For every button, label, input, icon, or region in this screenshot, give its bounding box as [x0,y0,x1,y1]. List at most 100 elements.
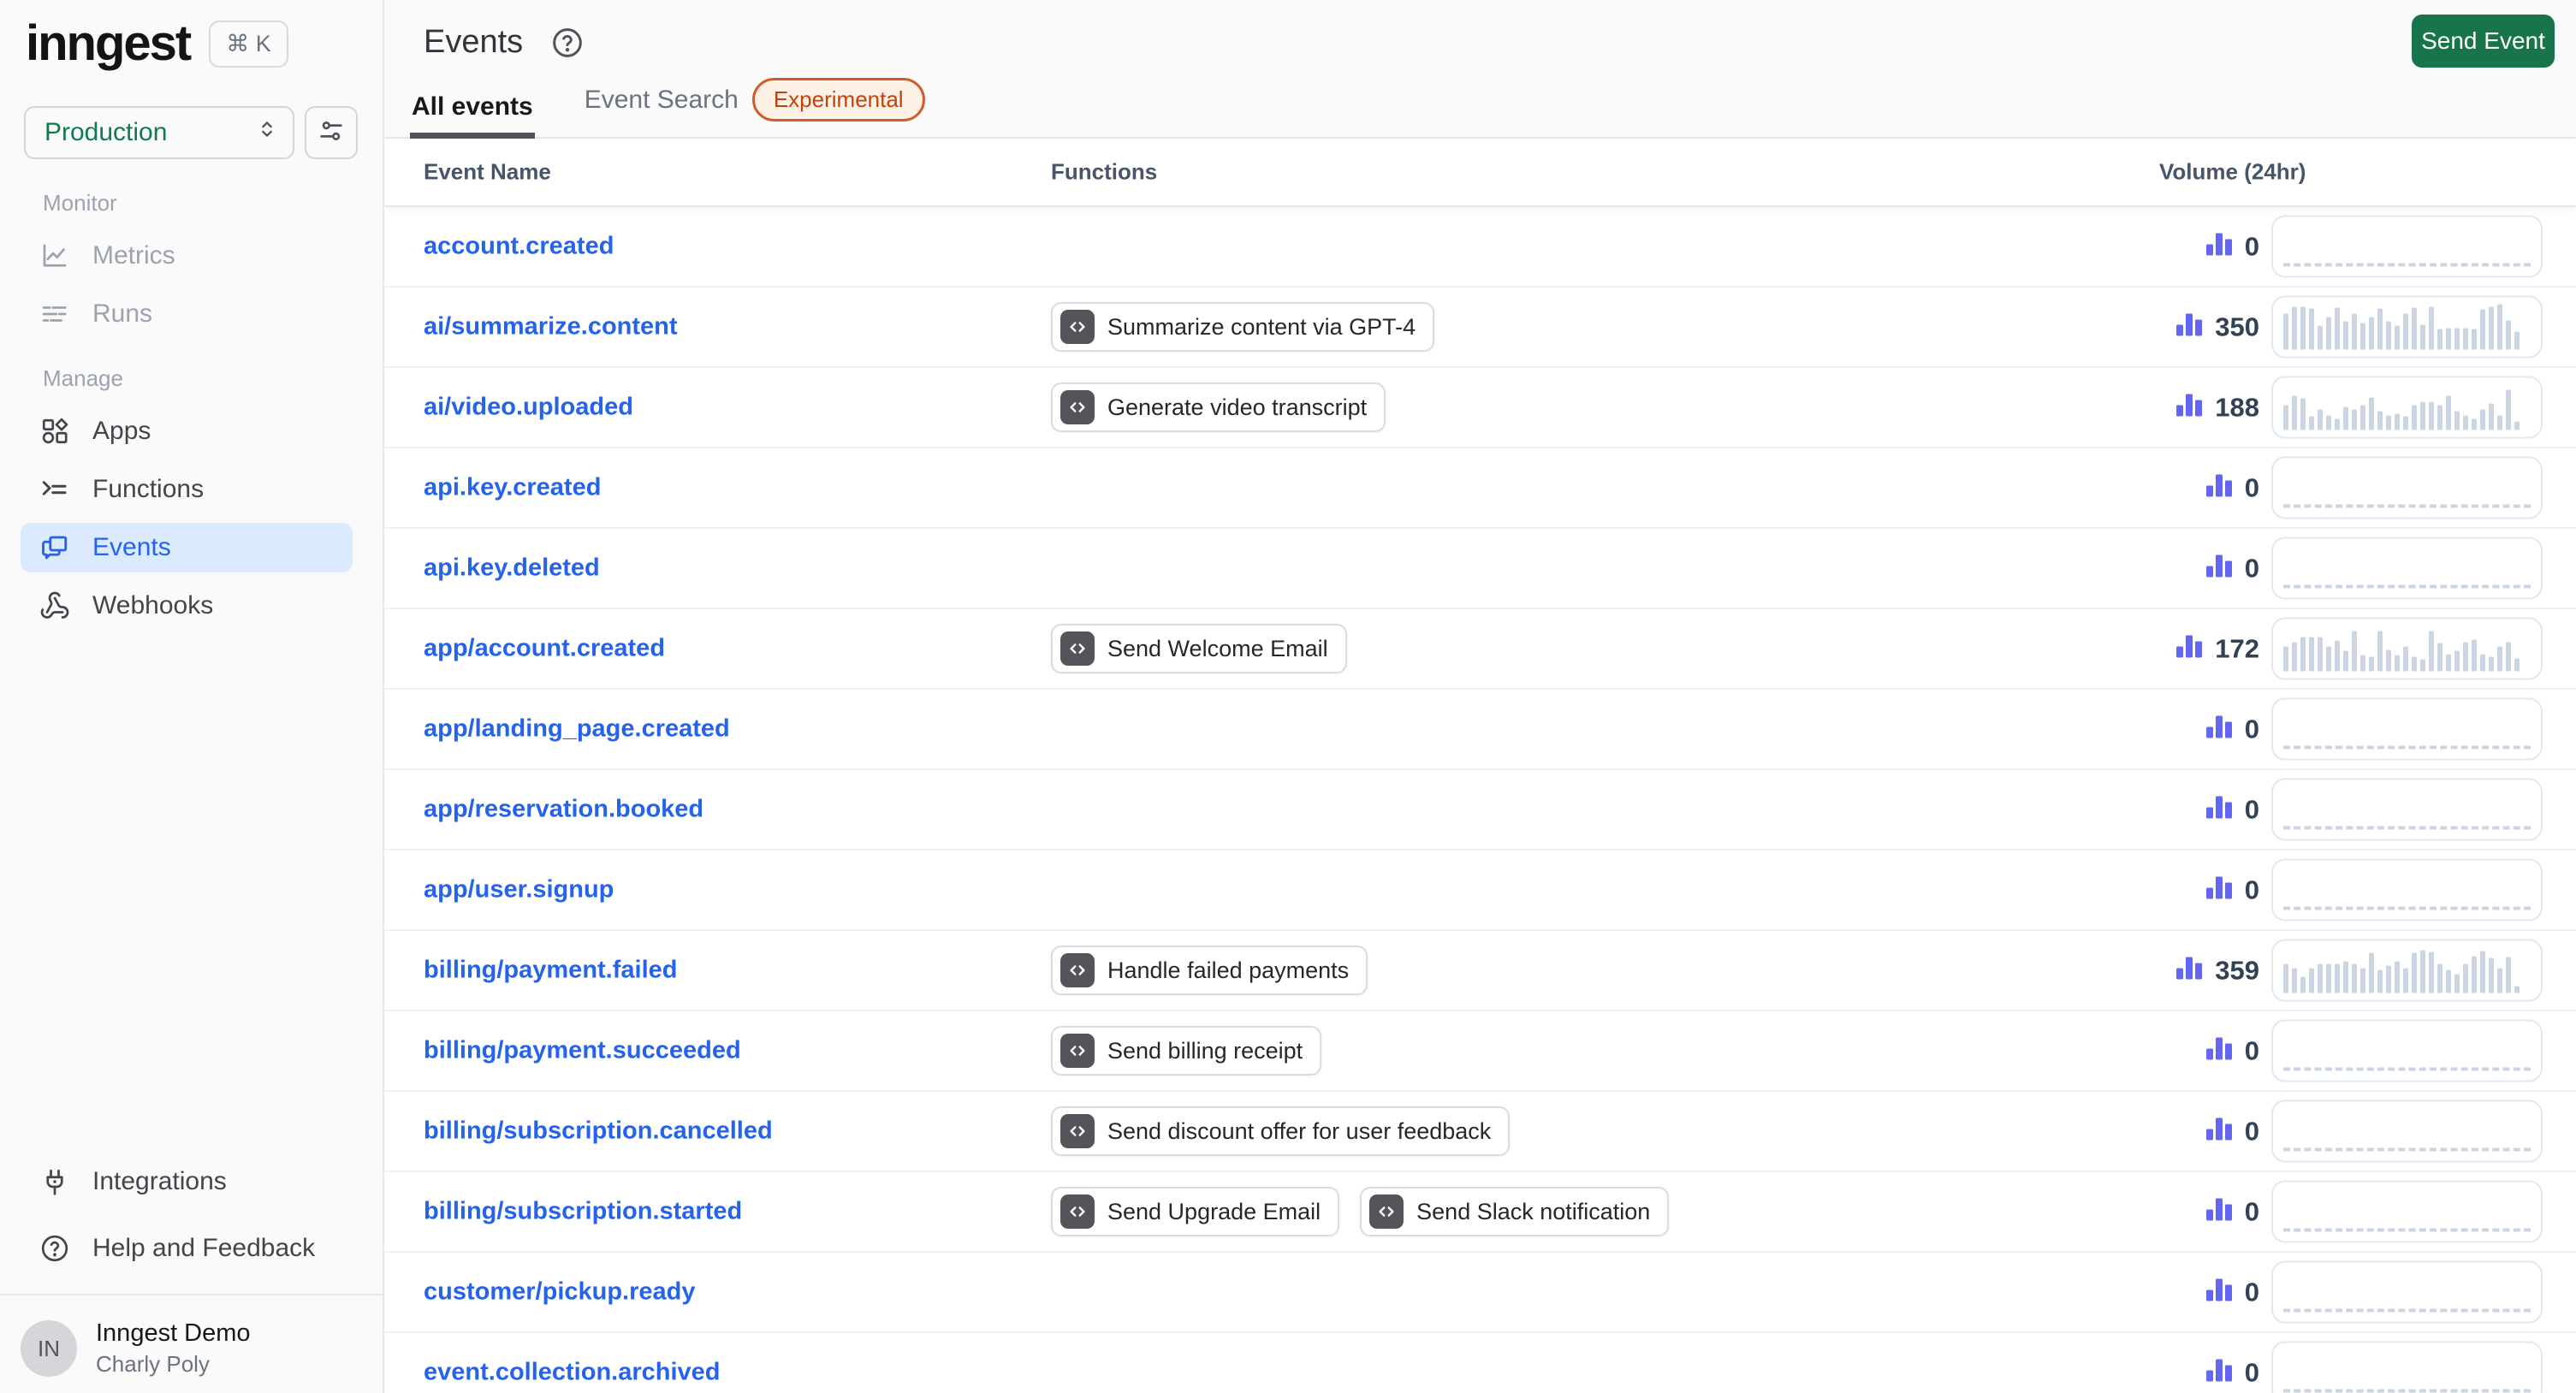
event-name-link[interactable]: account.created [424,233,614,261]
event-name-link[interactable]: app/account.created [424,635,665,663]
inngest-logo: inngest [26,15,192,71]
event-name-link[interactable]: ai/video.uploaded [424,394,633,422]
function-badge[interactable]: Handle failed payments [1051,945,1368,995]
plug-icon [39,1166,70,1197]
volume-cell: 0 [2204,1260,2543,1324]
volume-cell: 172 [2174,617,2543,680]
mini-bars-icon [2204,1194,2235,1230]
volume-cell: 359 [2174,939,2543,1002]
sidebar-item-apps[interactable]: Apps [21,406,353,456]
volume-cell: 0 [2204,858,2543,922]
sliders-icon [317,116,346,150]
volume-sparkline-chart [2271,1341,2543,1393]
zero-baseline [2283,826,2531,830]
zero-baseline [2283,1067,2531,1071]
volume-count: 0 [2244,794,2259,824]
zero-baseline [2283,906,2531,910]
mini-bars-icon [2204,873,2235,908]
tab-event-search[interactable]: Event Search Experimental [583,78,927,139]
sidebar-item-runs[interactable]: Runs [21,289,353,339]
volume-sparkline-chart [2271,215,2543,278]
function-badge[interactable]: Send Slack notification [1360,1187,1670,1236]
function-badge-label: Send Slack notification [1416,1198,1651,1224]
function-badge-label: Handle failed payments [1107,957,1350,983]
volume-cell: 0 [2204,1180,2543,1243]
event-name-link[interactable]: ai/summarize.content [424,313,678,341]
sidebar-item-label: Functions [92,475,205,503]
volume-cell: 0 [2204,697,2543,761]
sidebar-item-functions[interactable]: Functions [21,465,353,514]
table-row: account.created 0 [384,207,2576,287]
chevron-up-down-icon [255,116,279,150]
environment-settings-button[interactable] [305,106,358,159]
table-row: billing/payment.succeeded Send billing re… [384,1011,2576,1092]
zero-baseline [2283,1147,2531,1152]
section-label-monitor: Monitor [43,190,117,216]
user-menu[interactable]: IN Inngest Demo Charly Poly [21,1319,251,1378]
volume-count: 0 [2244,1357,2259,1387]
function-badge[interactable]: Send Welcome Email [1051,624,1347,673]
volume-count: 0 [2244,1116,2259,1146]
main-content: Events Send Event All events Event Searc… [384,0,2576,1393]
sidebar-item-metrics[interactable]: Metrics [21,231,353,281]
volume-cell: 0 [2204,536,2543,600]
function-badge-label: Send Welcome Email [1107,635,1328,661]
table-row: app/account.created Send Welcome Email 172 [384,609,2576,690]
functions-cell: Send Upgrade Email Send Slack notificatio… [1051,1187,1670,1236]
column-header-volume: Volume (24hr) [2159,158,2306,185]
sidebar-item-webhooks[interactable]: Webhooks [21,581,353,631]
volume-cell: 0 [2204,1100,2543,1163]
event-name-link[interactable]: billing/subscription.cancelled [424,1117,773,1146]
event-name-link[interactable]: billing/subscription.started [424,1198,742,1226]
function-badge-label: Send Upgrade Email [1107,1198,1321,1224]
event-name-link[interactable]: api.key.deleted [424,554,600,583]
avatar: IN [21,1320,77,1377]
volume-cell: 350 [2174,295,2543,359]
mini-bars-icon [2204,229,2235,264]
zero-baseline [2283,263,2531,267]
user-org: Charly Poly [96,1351,210,1377]
webhook-icon [39,590,70,621]
volume-cell: 188 [2174,376,2543,439]
table-row: app/landing_page.created 0 [384,690,2576,770]
sidebar-item-events[interactable]: Events [21,523,353,572]
sidebar-item-integrations[interactable]: Integrations [21,1157,353,1206]
zero-baseline [2283,1228,2531,1232]
sidebar-item-help-and-feedback[interactable]: Help and Feedback [21,1224,353,1273]
event-name-link[interactable]: app/landing_page.created [424,715,730,744]
code-icon [1060,390,1095,424]
event-name-link[interactable]: event.collection.archived [424,1359,721,1387]
functions-icon [39,474,70,505]
sidebar-item-label: Help and Feedback [92,1234,316,1262]
code-icon [1060,1194,1095,1229]
event-name-link[interactable]: app/reservation.booked [424,796,703,824]
volume-count: 0 [2244,553,2259,583]
send-event-button[interactable]: Send Event [2412,15,2555,68]
event-name-link[interactable]: customer/pickup.ready [424,1278,696,1307]
column-header-event-name: Event Name [424,158,551,185]
page-header: Events Send Event All events Event Searc… [384,0,2576,139]
event-name-link[interactable]: app/user.signup [424,876,614,904]
tab-all-events[interactable]: All events [410,92,535,139]
mini-bars-icon [2204,792,2235,827]
function-badge[interactable]: Send Upgrade Email [1051,1187,1340,1236]
mini-bars-icon [2204,471,2235,506]
function-badge[interactable]: Send discount offer for user feedback [1051,1106,1511,1156]
environment-selector[interactable]: Production [24,106,294,159]
function-badge[interactable]: Generate video transcript [1051,382,1386,432]
command-k-shortcut[interactable]: ⌘ K [209,20,288,68]
sidebar-item-label: Integrations [92,1167,227,1195]
event-name-link[interactable]: billing/payment.succeeded [424,1037,741,1065]
volume-sparkline-chart [2271,617,2543,680]
volume-sparkline-chart [2271,1100,2543,1163]
table-row: event.collection.archived 0 [384,1333,2576,1393]
event-name-link[interactable]: api.key.created [424,474,601,502]
mini-bars-icon [2174,310,2205,345]
function-badge[interactable]: Summarize content via GPT-4 [1051,302,1435,352]
code-icon [1060,631,1095,666]
event-name-link[interactable]: billing/payment.failed [424,957,678,985]
function-badge[interactable]: Send billing receipt [1051,1026,1322,1076]
table-row: billing/payment.failed Handle failed paym… [384,931,2576,1011]
help-icon[interactable] [550,26,585,60]
zero-baseline [2283,504,2531,508]
